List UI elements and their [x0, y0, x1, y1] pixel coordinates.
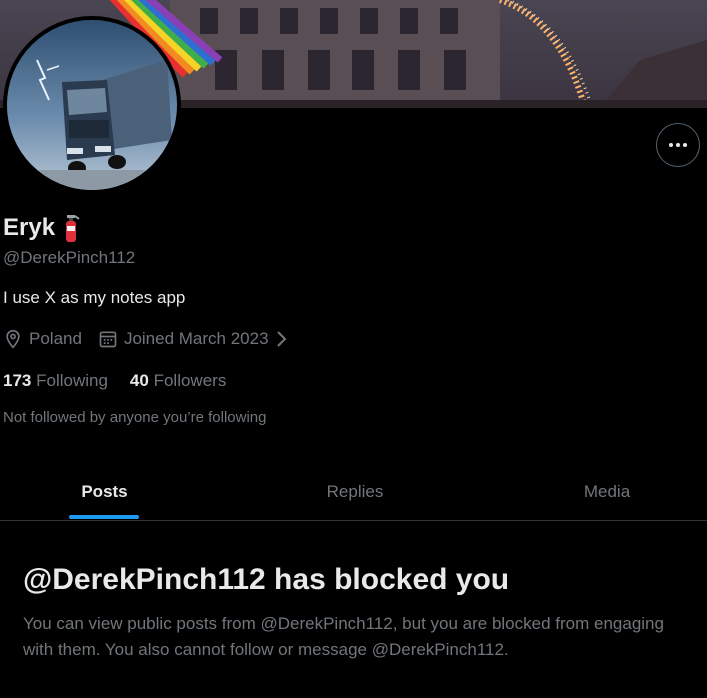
- truck-image: [7, 20, 177, 190]
- profile-meta: Poland Joined March 2023: [3, 327, 303, 351]
- profile-bio: I use X as my notes app: [3, 288, 186, 307]
- profile-tabs: Posts Replies Media: [0, 463, 707, 521]
- following-count: 173: [3, 371, 32, 390]
- active-tab-indicator: [69, 515, 139, 519]
- profile-name: Eryk: [3, 213, 81, 243]
- chevron-right-icon: [276, 331, 286, 347]
- tab-replies-label: Replies: [326, 481, 384, 501]
- profile-stats: 173 Following 40 Followers: [3, 371, 248, 391]
- tab-media-label: Media: [583, 481, 631, 501]
- avatar-image: [7, 20, 177, 190]
- more-options-button[interactable]: [656, 123, 700, 167]
- avatar[interactable]: [3, 16, 181, 194]
- following-link[interactable]: 173 Following: [3, 371, 108, 391]
- followers-link[interactable]: 40 Followers: [130, 371, 226, 391]
- blocked-body: You can view public posts from @DerekPin…: [23, 614, 664, 659]
- more-horizontal-icon: [669, 143, 687, 147]
- followers-count: 40: [129, 371, 149, 390]
- location-item: Poland: [3, 329, 82, 349]
- display-name: Eryk: [3, 214, 56, 241]
- blocked-title: @DerekPinch112 has blocked you: [23, 563, 510, 596]
- location-pin-icon: [6, 329, 20, 349]
- joined-item[interactable]: Joined March 2023: [98, 329, 287, 349]
- location-text: Poland: [29, 329, 82, 348]
- tab-posts[interactable]: Posts: [0, 463, 209, 520]
- followers-label: Followers: [153, 371, 227, 390]
- fire-extinguisher-icon: [66, 215, 80, 242]
- profile-handle: @DerekPinch112: [3, 248, 136, 267]
- not-followed-note: Not followed by anyone you’re following: [3, 409, 267, 426]
- following-label: Following: [36, 371, 108, 390]
- tab-replies[interactable]: Replies: [209, 463, 501, 520]
- tab-posts-label: Posts: [81, 481, 128, 501]
- tab-media[interactable]: Media: [501, 463, 707, 520]
- calendar-icon: [99, 331, 117, 348]
- joined-text: Joined March 2023: [123, 329, 269, 348]
